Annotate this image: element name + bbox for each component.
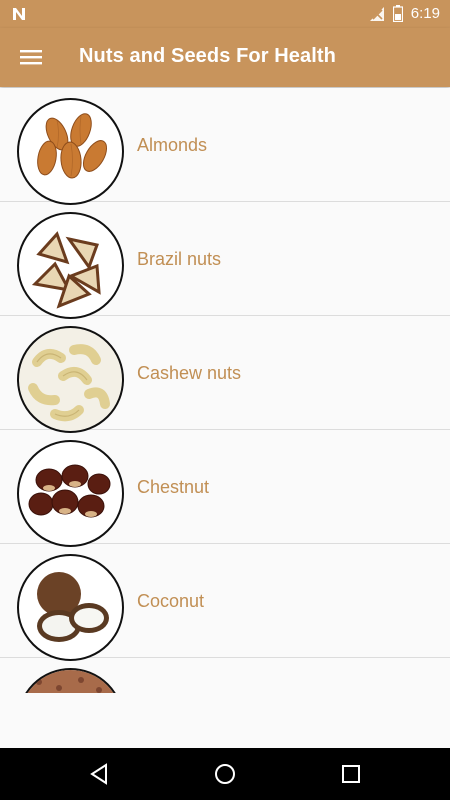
navigation-bar [0,748,450,800]
back-icon[interactable] [87,762,111,786]
list-item-chestnut[interactable]: Chestnut [0,430,450,547]
nuts-list[interactable]: Almonds Brazil nuts Cashew nuts Chestnut… [0,88,450,693]
item-label: Cashew nuts [137,363,242,383]
list-item-brazil-nuts[interactable]: Brazil nuts [0,202,450,319]
chestnut-image [17,440,124,547]
coconut-image [17,554,124,661]
almonds-image [17,98,124,205]
cashew-nuts-image [17,326,124,433]
list-item-coconut[interactable]: Coconut [0,544,450,661]
item-label: Coconut [137,591,205,611]
hamburger-menu-icon[interactable] [20,46,42,68]
item-label: Chestnut [137,477,210,497]
list-item-partial[interactable] [0,658,450,693]
list-item-cashew-nuts[interactable]: Cashew nuts [0,316,450,433]
item-label: Brazil nuts [137,249,222,269]
battery-icon [392,5,403,22]
item-label: Almonds [137,135,208,155]
recents-icon[interactable] [339,762,363,786]
page-title: Nuts and Seeds For Health [79,45,336,67]
status-bar: 6:19 [0,0,450,28]
app-bar: Nuts and Seeds For Health [0,28,450,87]
n-logo-icon [13,8,25,20]
brazil-nuts-image [17,212,124,319]
list-item-almonds[interactable]: Almonds [0,88,450,205]
partially-visible-item-image [17,668,124,693]
home-icon[interactable] [213,762,237,786]
signal-off-icon [369,6,384,21]
status-time: 6:19 [410,5,440,22]
